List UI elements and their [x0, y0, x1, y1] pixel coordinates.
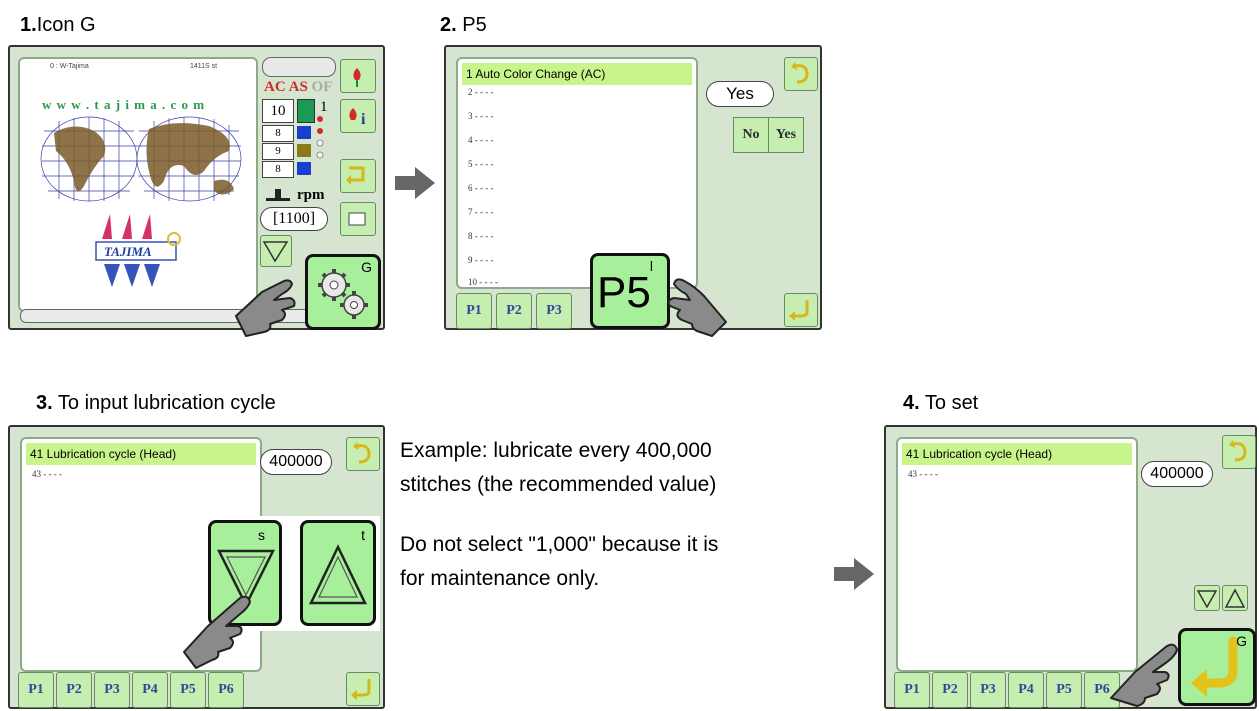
- machine-icon: [348, 212, 366, 226]
- stitch-count: 1411S st: [190, 63, 218, 70]
- back-arrow-icon: [791, 62, 809, 84]
- needle-red-button[interactable]: [340, 59, 376, 93]
- increase-button[interactable]: [1222, 585, 1248, 611]
- back-arrow-icon: [1229, 440, 1247, 462]
- tab-p3[interactable]: P3: [94, 672, 130, 708]
- list-row[interactable]: 7 - - - -: [468, 207, 494, 217]
- no-button[interactable]: No: [733, 117, 769, 153]
- enter-arrow-icon: [789, 300, 809, 321]
- tab-p4[interactable]: P4: [132, 672, 168, 708]
- list-selected-row[interactable]: 41 Lubrication cycle (Head): [902, 443, 1132, 465]
- list-selected-row[interactable]: 41 Lubrication cycle (Head): [26, 443, 256, 465]
- step-4-title: 4. To set: [903, 392, 979, 414]
- list-row[interactable]: 43 - - - -: [908, 469, 938, 479]
- example-text-line-1: Example: lubricate every 400,000: [400, 439, 712, 462]
- rpm-label: rpm: [297, 187, 325, 203]
- triangle-down-icon: [1196, 590, 1218, 609]
- list-row[interactable]: 3 - - - -: [468, 111, 494, 121]
- speed-value[interactable]: [1100]: [260, 207, 328, 231]
- value-display: Yes: [706, 81, 774, 107]
- tab-p2[interactable]: P2: [496, 293, 532, 329]
- status-dots-icon: [316, 116, 324, 159]
- list-row[interactable]: 10 - - - -: [468, 277, 498, 287]
- pointing-hand-icon: [235, 279, 296, 337]
- list-selected-row[interactable]: 1 Auto Color Change (AC): [462, 63, 692, 85]
- mode-slider[interactable]: [262, 57, 336, 77]
- tab-p2[interactable]: P2: [56, 672, 92, 708]
- enter-button[interactable]: [784, 293, 818, 327]
- list-row[interactable]: 8 - - - -: [468, 231, 494, 241]
- world-map-icon: [40, 116, 242, 202]
- step-1-title: 1.Icon G: [20, 14, 96, 36]
- p5-label: P5: [597, 268, 651, 317]
- list-row[interactable]: 9 - - - -: [468, 255, 494, 265]
- needle-flower-icon: [353, 68, 361, 87]
- step-2-title: 2. P5: [440, 14, 487, 36]
- color-swatch-4: [297, 162, 311, 175]
- lubrication-value: 400000: [260, 449, 332, 475]
- info-icon: i: [349, 108, 366, 128]
- design-name: 0 : W-Tajima: [50, 63, 89, 70]
- back-button[interactable]: [784, 57, 818, 91]
- warning-text-line-1: Do not select "1,000" because it is: [400, 533, 719, 556]
- tab-p1[interactable]: P1: [18, 672, 54, 708]
- increase-button[interactable]: t: [300, 520, 376, 626]
- enter-button[interactable]: [346, 672, 380, 706]
- return-button[interactable]: [340, 159, 376, 193]
- needle-value-4[interactable]: 8: [262, 161, 294, 178]
- enter-arrow-icon: [351, 679, 371, 700]
- triangle-down-icon: [262, 241, 289, 263]
- decrease-button[interactable]: [1194, 585, 1220, 611]
- needle-value-2[interactable]: 8: [262, 125, 294, 142]
- tab-p5[interactable]: P5: [1046, 672, 1082, 708]
- button-letter-g: G: [1236, 633, 1247, 649]
- button-letter-g: G: [361, 259, 372, 275]
- back-button[interactable]: [346, 437, 380, 471]
- list-row[interactable]: 4 - - - -: [468, 135, 494, 145]
- tab-p3[interactable]: P3: [970, 672, 1006, 708]
- pointing-hand-icon: [667, 278, 727, 337]
- back-arrow-icon: [353, 442, 371, 464]
- brand-text: TAJIMA: [104, 244, 152, 259]
- pointing-hand-icon: [1110, 643, 1178, 707]
- color-swatch-1: [297, 99, 315, 123]
- pointing-hand-icon: [183, 595, 251, 669]
- next-arrow-icon: [395, 167, 435, 199]
- tab-p2[interactable]: P2: [932, 672, 968, 708]
- step-3-title: 3. To input lubrication cycle: [36, 392, 276, 414]
- lubrication-value: 400000: [1141, 461, 1213, 487]
- tab-p4[interactable]: P4: [1008, 672, 1044, 708]
- speed-down-button[interactable]: [260, 235, 292, 267]
- design-preview: 0 : W-Tajima 1411S st w w w . t a j i m …: [18, 57, 258, 312]
- next-arrow-icon: [834, 558, 874, 590]
- tab-p3[interactable]: P3: [536, 293, 572, 329]
- warning-text-line-2: for maintenance only.: [400, 567, 600, 590]
- mode-labels: AC AS OF: [264, 79, 333, 95]
- needle-value-1[interactable]: 10: [262, 99, 294, 123]
- return-arrow-icon: [346, 166, 365, 185]
- presser-foot-icon: [266, 189, 290, 201]
- yes-button[interactable]: Yes: [768, 117, 804, 153]
- triangle-up-icon: [1224, 588, 1246, 608]
- example-text-line-2: stitches (the recommended value): [400, 473, 717, 496]
- list-row[interactable]: 43 - - - -: [32, 469, 62, 479]
- list-row[interactable]: 5 - - - -: [468, 159, 494, 169]
- color-swatch-3: [297, 144, 311, 157]
- tab-p1[interactable]: P1: [894, 672, 930, 708]
- svg-text:i: i: [361, 111, 366, 128]
- machine-button[interactable]: [340, 202, 376, 236]
- list-row[interactable]: 2 - - - -: [468, 87, 494, 97]
- tab-p1[interactable]: P1: [456, 293, 492, 329]
- parameter-list: 41 Lubrication cycle (Head) 43 - - - -: [896, 437, 1138, 672]
- info-button[interactable]: i: [340, 99, 376, 133]
- button-letter-s: s: [258, 527, 265, 543]
- color-swatch-2: [297, 126, 311, 139]
- list-row[interactable]: 6 - - - -: [468, 183, 494, 193]
- button-letter-t: t: [361, 527, 365, 543]
- needle-value-3[interactable]: 9: [262, 143, 294, 160]
- back-button[interactable]: [1222, 435, 1256, 469]
